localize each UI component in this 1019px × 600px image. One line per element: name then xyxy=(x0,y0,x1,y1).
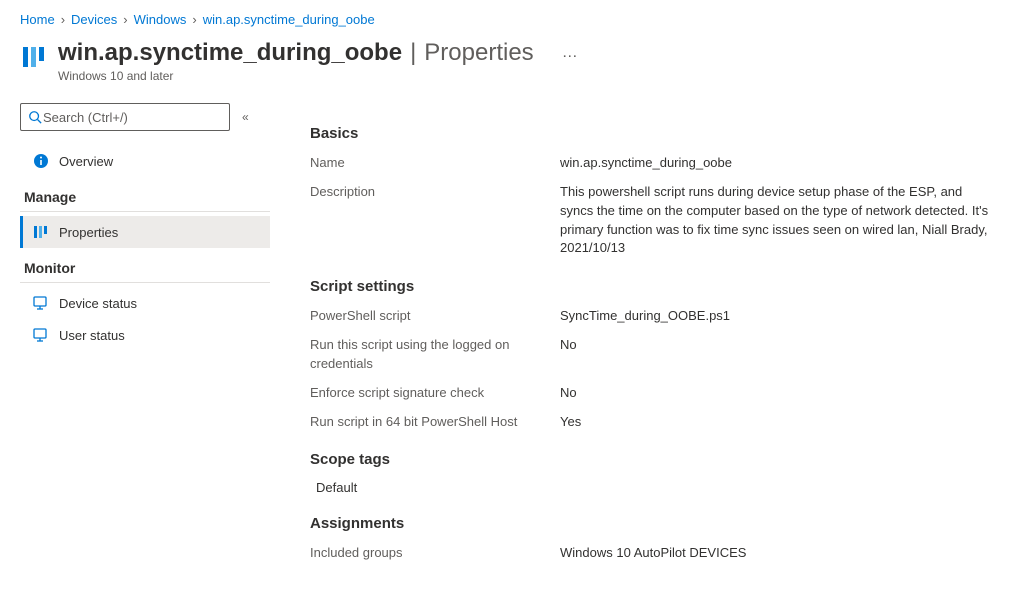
info-icon xyxy=(33,153,49,169)
page-title: win.ap.synctime_during_oobe xyxy=(58,39,402,67)
value-powershell-script: SyncTime_during_OOBE.ps1 xyxy=(560,307,999,326)
section-assignments: Assignments xyxy=(310,515,999,532)
sidebar-item-label: Overview xyxy=(59,154,113,169)
sidebar-section-manage: Manage xyxy=(20,177,270,212)
sidebar-section-monitor: Monitor xyxy=(20,248,270,283)
breadcrumb: Home › Devices › Windows › win.ap.syncti… xyxy=(20,10,999,35)
label-included-groups: Included groups xyxy=(310,544,560,563)
section-script-settings: Script settings xyxy=(310,278,999,295)
collapse-sidebar-icon[interactable]: « xyxy=(242,110,249,124)
label-powershell-script: PowerShell script xyxy=(310,307,560,326)
more-actions-icon[interactable]: … xyxy=(562,44,579,62)
sidebar-item-label: Properties xyxy=(59,225,118,240)
breadcrumb-windows[interactable]: Windows xyxy=(134,12,187,27)
value-run-credentials: No xyxy=(560,336,999,355)
value-scope-tag: Default xyxy=(310,480,999,495)
sidebar-item-label: User status xyxy=(59,328,125,343)
breadcrumb-devices[interactable]: Devices xyxy=(71,12,117,27)
main-content: Basics Name win.ap.synctime_during_oobe … xyxy=(270,103,999,573)
script-icon xyxy=(20,43,48,71)
value-enforce-signature: No xyxy=(560,384,999,403)
chevron-right-icon: › xyxy=(123,12,127,27)
page-header: win.ap.synctime_during_oobe | Properties… xyxy=(20,35,999,95)
section-basics: Basics xyxy=(310,125,999,142)
label-enforce-signature: Enforce script signature check xyxy=(310,384,560,403)
search-icon xyxy=(27,109,43,125)
chevron-right-icon: › xyxy=(61,12,65,27)
label-run-credentials: Run this script using the logged on cred… xyxy=(310,336,560,374)
sidebar: « Overview Manage Properties xyxy=(20,103,270,573)
chevron-right-icon: › xyxy=(192,12,196,27)
value-run-64bit: Yes xyxy=(560,413,999,432)
label-description: Description xyxy=(310,183,560,202)
sidebar-item-device-status[interactable]: Device status xyxy=(20,287,270,319)
sidebar-item-label: Device status xyxy=(59,296,137,311)
sidebar-item-properties[interactable]: Properties xyxy=(20,216,270,248)
breadcrumb-current[interactable]: win.ap.synctime_during_oobe xyxy=(203,12,375,27)
value-description: This powershell script runs during devic… xyxy=(560,183,999,258)
page-section-title: Properties xyxy=(424,39,533,67)
title-separator: | xyxy=(410,39,416,67)
label-run-64bit: Run script in 64 bit PowerShell Host xyxy=(310,413,560,432)
user-status-icon xyxy=(33,327,49,343)
device-status-icon xyxy=(33,295,49,311)
value-included-groups: Windows 10 AutoPilot DEVICES xyxy=(560,544,999,563)
sidebar-item-user-status[interactable]: User status xyxy=(20,319,270,351)
label-name: Name xyxy=(310,154,560,173)
search-box[interactable] xyxy=(20,103,230,131)
search-input[interactable] xyxy=(43,110,223,125)
page-meta: Windows 10 and later xyxy=(58,69,579,83)
breadcrumb-home[interactable]: Home xyxy=(20,12,55,27)
section-scope-tags: Scope tags xyxy=(310,451,999,468)
value-name: win.ap.synctime_during_oobe xyxy=(560,154,999,173)
properties-icon xyxy=(33,224,49,240)
sidebar-item-overview[interactable]: Overview xyxy=(20,145,270,177)
